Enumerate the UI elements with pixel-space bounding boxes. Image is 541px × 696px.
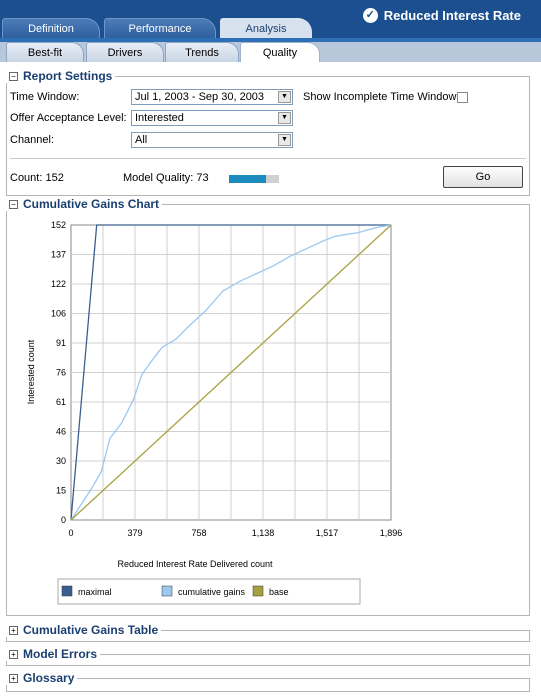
collapse-icon[interactable]: − — [9, 71, 18, 81]
subtab-best-fit[interactable]: Best-fit — [6, 42, 84, 62]
legend-label: maximal — [78, 587, 112, 597]
expand-icon[interactable]: + — [9, 649, 18, 659]
model-quality-bar — [229, 175, 279, 183]
x-tick-label: 758 — [191, 528, 206, 538]
report-settings-header[interactable]: − Report Settings — [6, 69, 116, 83]
report-settings-title: Report Settings — [23, 69, 113, 83]
y-tick-label: 76 — [56, 368, 66, 378]
glossary-header[interactable]: + Glossary — [6, 671, 78, 685]
chart-section-title: Cumulative Gains Chart — [23, 197, 160, 211]
show-incomplete-checkbox[interactable] — [457, 92, 468, 103]
tab-analysis[interactable]: Analysis — [220, 18, 312, 38]
y-axis-label: Interested count — [26, 339, 36, 404]
channel-select[interactable]: All ▼ — [131, 132, 293, 148]
divider — [10, 158, 526, 159]
glossary-title: Glossary — [23, 671, 75, 685]
y-tick-label: 0 — [61, 515, 66, 525]
legend-swatch — [252, 585, 264, 597]
y-tick-label: 46 — [56, 427, 66, 437]
y-tick-label: 137 — [51, 250, 66, 260]
offer-acceptance-label: Offer Acceptance Level: — [10, 112, 127, 124]
legend-label: base — [269, 587, 289, 597]
dropdown-arrow-icon[interactable]: ▼ — [278, 91, 291, 103]
y-tick-label: 152 — [51, 220, 66, 230]
page-title-text: Reduced Interest Rate — [383, 8, 521, 23]
cumulative-gains-chart: 0 15 30 46 61 76 91 106 122 137 152 0 379 758 1,138 1,… — [26, 220, 402, 605]
x-tick-label: 0 — [68, 528, 73, 538]
y-tick-label: 106 — [51, 309, 66, 319]
time-window-value: Jul 1, 2003 - Sep 30, 2003 — [135, 91, 265, 103]
x-tick-label: 1,896 — [380, 528, 403, 538]
y-tick-label: 30 — [56, 456, 66, 466]
legend-swatch — [161, 585, 173, 597]
expand-icon[interactable]: + — [9, 673, 18, 683]
channel-value: All — [135, 134, 148, 146]
glossary-section — [6, 678, 530, 692]
x-tick-label: 379 — [127, 528, 142, 538]
check-icon: ✓ — [362, 8, 378, 23]
y-tick-label: 61 — [56, 397, 66, 407]
expand-icon[interactable]: + — [9, 625, 18, 635]
subtab-drivers[interactable]: Drivers — [86, 42, 164, 62]
model-quality-text: Model Quality: 73 — [123, 172, 209, 184]
subtab-quality[interactable]: Quality — [240, 42, 320, 62]
time-window-label: Time Window: — [10, 91, 80, 103]
offer-acceptance-value: Interested — [135, 112, 184, 124]
tab-performance[interactable]: Performance — [104, 18, 216, 38]
model-quality-fill — [229, 175, 266, 183]
collapse-icon[interactable]: − — [9, 199, 18, 209]
gains-table-header[interactable]: + Cumulative Gains Table — [6, 623, 162, 637]
show-incomplete-label: Show Incomplete Time Window: — [303, 91, 460, 103]
x-tick-label: 1,517 — [316, 528, 339, 538]
offer-acceptance-select[interactable]: Interested ▼ — [131, 110, 293, 126]
model-errors-header[interactable]: + Model Errors — [6, 647, 101, 661]
chart-section-header[interactable]: − Cumulative Gains Chart — [6, 197, 163, 211]
y-axis-ticks: 0 15 30 46 61 76 91 106 122 137 152 — [51, 220, 66, 525]
model-errors-title: Model Errors — [23, 647, 98, 661]
page-title: ✓ Reduced Interest Rate — [362, 8, 521, 23]
subtab-trends[interactable]: Trends — [165, 42, 239, 62]
x-axis-label: Reduced Interest Rate Delivered count — [117, 559, 273, 569]
legend-swatch — [61, 585, 73, 597]
x-tick-label: 1,138 — [252, 528, 275, 538]
gains-table-title: Cumulative Gains Table — [23, 623, 159, 637]
time-window-select[interactable]: Jul 1, 2003 - Sep 30, 2003 ▼ — [131, 89, 293, 105]
y-tick-label: 122 — [51, 279, 66, 289]
go-button[interactable]: Go — [443, 166, 523, 188]
y-tick-label: 91 — [56, 338, 66, 348]
y-tick-label: 15 — [56, 486, 66, 496]
dropdown-arrow-icon[interactable]: ▼ — [278, 112, 291, 124]
tab-definition[interactable]: Definition — [2, 18, 100, 38]
dropdown-arrow-icon[interactable]: ▼ — [278, 134, 291, 146]
channel-label: Channel: — [10, 134, 55, 146]
x-axis-ticks: 0 379 758 1,138 1,517 1,896 — [68, 528, 402, 538]
legend-label: cumulative gains — [178, 587, 246, 597]
count-text: Count: 152 — [10, 172, 64, 184]
